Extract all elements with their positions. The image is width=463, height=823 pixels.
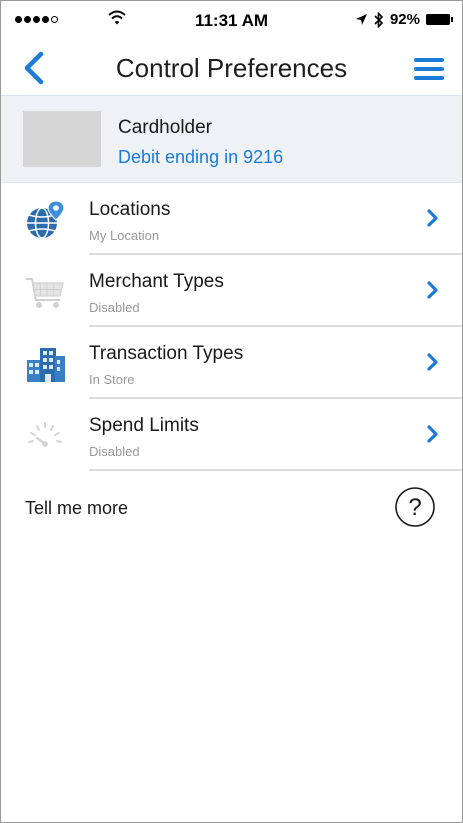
phone-screen: 11:31 AM 92% Control Preferences Cardhol…	[0, 0, 463, 823]
shopping-cart-icon	[26, 278, 64, 308]
item-title: Transaction Types	[89, 343, 244, 364]
help-icon[interactable]: ?	[394, 486, 436, 528]
list-item-spend-limits[interactable]: Spend Limits Disabled	[1, 399, 462, 471]
list-item-locations[interactable]: Locations My Location	[1, 183, 462, 255]
list-item-merchant-types[interactable]: Merchant Types Disabled	[1, 255, 462, 327]
card-description: Debit ending in 9216	[118, 147, 284, 167]
battery-percent: 92%	[389, 11, 420, 28]
card-image	[23, 111, 101, 167]
item-subtitle: Disabled	[89, 444, 140, 459]
status-bar: 11:31 AM 92%	[1, 1, 462, 41]
globe-pin-icon	[27, 200, 65, 239]
chevron-right-icon	[427, 281, 438, 299]
item-title: Locations	[89, 199, 171, 220]
cardholder-name: Cardholder	[118, 117, 212, 138]
navigation-bar: Control Preferences	[1, 41, 462, 95]
card-summary: Cardholder Debit ending in 9216	[1, 95, 462, 183]
hamburger-menu-icon[interactable]	[414, 58, 444, 80]
help-icon-glyph: ?	[408, 494, 421, 521]
chevron-right-icon	[427, 425, 438, 443]
page-title: Control Preferences	[115, 53, 348, 83]
tell-me-more-label: Tell me more	[25, 498, 129, 518]
item-subtitle: My Location	[89, 228, 160, 243]
gauge-icon	[28, 422, 62, 447]
item-subtitle: In Store	[89, 372, 135, 387]
chevron-right-icon	[427, 353, 438, 371]
item-title: Merchant Types	[89, 271, 224, 292]
building-icon	[27, 348, 65, 382]
bluetooth-icon	[374, 11, 384, 28]
tell-me-more-row[interactable]: Tell me more ?	[1, 471, 462, 543]
list-item-transaction-types[interactable]: Transaction Types In Store	[1, 327, 462, 399]
preferences-list: Locations My Location Merchant Types Dis…	[1, 183, 462, 471]
chevron-right-icon	[427, 209, 438, 227]
status-right: 92%	[355, 11, 453, 28]
item-title: Spend Limits	[89, 415, 199, 436]
battery-icon	[426, 14, 453, 25]
item-subtitle: Disabled	[89, 300, 140, 315]
location-arrow-icon	[355, 14, 367, 25]
